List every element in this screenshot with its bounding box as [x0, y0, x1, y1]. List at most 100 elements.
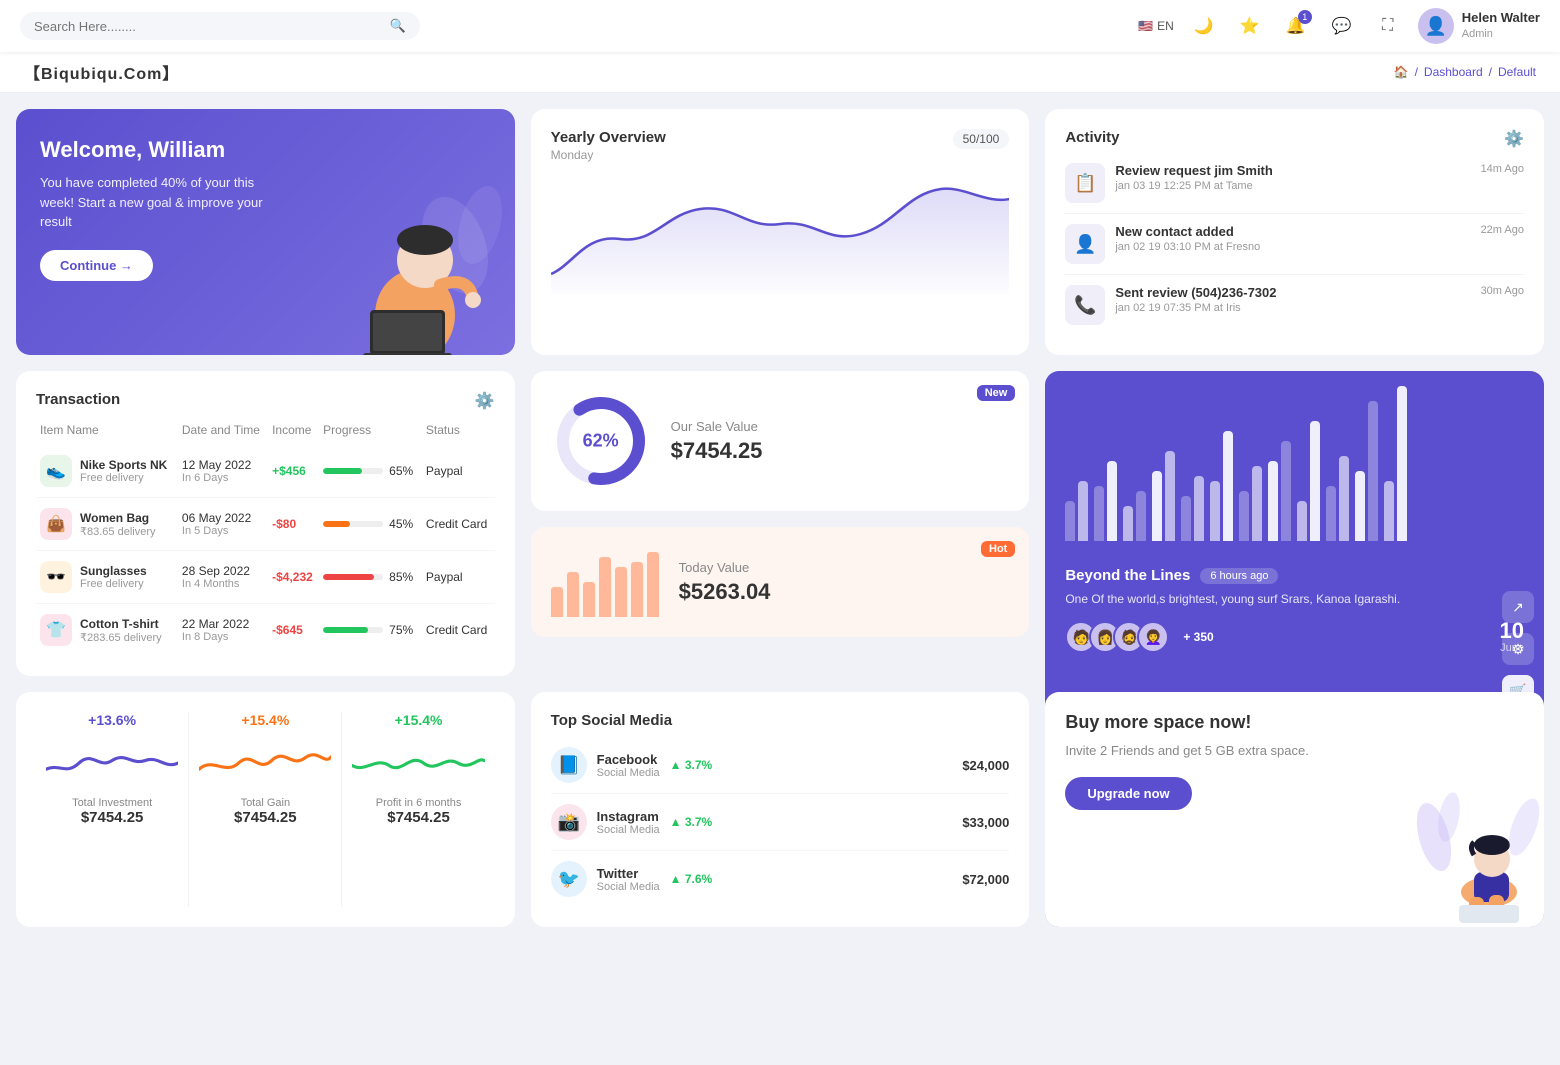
table-row: 👕 Cotton T-shirt ₹283.65 delivery 22 Mar… [36, 604, 495, 657]
fullscreen-button[interactable]: ⛶ [1372, 10, 1404, 42]
upgrade-button[interactable]: Upgrade now [1065, 777, 1191, 810]
social-name: Facebook [597, 752, 660, 767]
activity-item-sub: jan 02 19 03:10 PM at Fresno [1115, 241, 1470, 253]
today-info: Today Value $5263.04 [679, 560, 771, 605]
date-sub: In 8 Days [182, 631, 264, 643]
breadcrumb-current: Default [1498, 65, 1536, 79]
stat-pct: +13.6% [46, 712, 178, 728]
social-name: Twitter [597, 866, 660, 881]
yearly-title: Yearly Overview [551, 129, 666, 146]
social-type: Social Media [597, 824, 660, 836]
item-delivery: Free delivery [80, 472, 167, 484]
transaction-settings-icon[interactable]: ⚙️ [475, 391, 495, 411]
breadcrumb-bar: 【Biqubiqu.Com】 🏠 / Dashboard / Default [0, 52, 1560, 93]
date-sub: In 4 Months [182, 578, 264, 590]
social-icon: 📸 [551, 804, 587, 840]
transaction-card: Transaction ⚙️ Item NameDate and TimeInc… [16, 371, 515, 676]
avatar-stack: 🧑 👩 🧔 👩‍🦱 [1065, 621, 1169, 653]
breadcrumb-dashboard[interactable]: Dashboard [1424, 65, 1483, 79]
transaction-title: Transaction [36, 391, 120, 408]
income-cell: -$645 [268, 604, 319, 657]
activity-item-title: New contact added [1115, 224, 1470, 239]
transaction-col-header: Item Name [36, 415, 178, 445]
date-main: 12 May 2022 [182, 458, 264, 472]
table-row: 👟 Nike Sports NK Free delivery 12 May 20… [36, 445, 495, 498]
activity-time: 30m Ago [1481, 285, 1524, 297]
middle-column: 62% Our Sale Value $7454.25 New Today Va… [531, 371, 1030, 676]
avatar-4: 👩‍🦱 [1137, 621, 1169, 653]
upgrade-card: Buy more space now! Invite 2 Friends and… [1045, 692, 1544, 927]
item-icon: 🕶️ [40, 561, 72, 593]
item-icon: 👟 [40, 455, 72, 487]
upgrade-title: Buy more space now! [1065, 712, 1317, 733]
welcome-title: Welcome, William [40, 137, 491, 163]
sale-donut: 62% [551, 391, 651, 491]
user-text: Helen Walter Admin [1462, 10, 1540, 41]
user-profile[interactable]: 👤 Helen Walter Admin [1418, 8, 1540, 44]
activity-item-title: Sent review (504)236-7302 [1115, 285, 1470, 300]
breadcrumb: 🏠 / Dashboard / Default [1394, 65, 1536, 79]
status-cell: Credit Card [422, 604, 495, 657]
notifications-button[interactable]: 🔔 1 [1280, 10, 1312, 42]
donut-percent: 62% [583, 431, 619, 452]
date-main: 22 Mar 2022 [182, 617, 264, 631]
favorites-button[interactable]: ⭐ [1234, 10, 1266, 42]
progress-pct: 75% [389, 623, 413, 637]
upgrade-desc: Invite 2 Friends and get 5 GB extra spac… [1065, 741, 1317, 761]
language-selector[interactable]: 🇺🇸 EN [1138, 19, 1174, 33]
user-role: Admin [1462, 27, 1540, 41]
activity-item: 👤 New contact added jan 02 19 03:10 PM a… [1065, 214, 1524, 275]
today-value-card: Today Value $5263.04 Hot [531, 527, 1030, 637]
activity-settings-icon[interactable]: ⚙️ [1504, 129, 1524, 149]
search-icon: 🔍 [390, 18, 406, 34]
income-cell: +$456 [268, 445, 319, 498]
activity-card: Activity ⚙️ 📋 Review request jim Smith j… [1045, 109, 1544, 355]
progress-cell: 85% [323, 570, 418, 584]
social-name: Instagram [597, 809, 660, 824]
social-growth: ▲ 3.7% [670, 758, 713, 772]
beyond-section: Beyond the Lines 6 hours ago One Of the … [1065, 567, 1524, 654]
progress-cell: 65% [323, 464, 418, 478]
hot-badge: Hot [981, 541, 1015, 557]
income-cell: -$80 [268, 498, 319, 551]
stat-label: Total Investment [46, 797, 178, 809]
stat-value: $7454.25 [352, 809, 484, 826]
continue-button[interactable]: Continue → [40, 250, 153, 281]
sale-value-card: 62% Our Sale Value $7454.25 New [531, 371, 1030, 511]
today-value: $5263.04 [679, 579, 771, 605]
status-cell: Paypal [422, 445, 495, 498]
stat-value: $7454.25 [46, 809, 178, 826]
avatar: 👤 [1418, 8, 1454, 44]
activity-avatar: 👤 [1065, 224, 1105, 264]
dark-mode-toggle[interactable]: 🌙 [1188, 10, 1220, 42]
social-icon: 🐦 [551, 861, 587, 897]
beyond-title: Beyond the Lines [1065, 567, 1190, 584]
date-sub: In 5 Days [182, 525, 264, 537]
transaction-col-header: Date and Time [178, 415, 268, 445]
beyond-desc: One Of the world,s brightest, young surf… [1065, 590, 1524, 608]
share-icon[interactable]: ↗ [1502, 591, 1534, 623]
stat-value: $7454.25 [199, 809, 331, 826]
activity-item: 📞 Sent review (504)236-7302 jan 02 19 07… [1065, 275, 1524, 335]
notification-badge: 1 [1298, 10, 1312, 24]
item-delivery: ₹83.65 delivery [80, 525, 156, 538]
activity-avatar: 📋 [1065, 163, 1105, 203]
messages-button[interactable]: 💬 [1326, 10, 1358, 42]
yearly-progress: 50/100 [953, 129, 1010, 149]
sale-label: Our Sale Value [671, 419, 763, 434]
item-name: Sunglasses [80, 564, 147, 578]
social-item: 📸 Instagram Social Media ▲ 3.7% $33,000 [551, 794, 1010, 851]
date-sub: In 6 Days [182, 472, 264, 484]
social-icon: 📘 [551, 747, 587, 783]
item-delivery: Free delivery [80, 578, 147, 590]
stat-pct: +15.4% [352, 712, 484, 728]
search-input[interactable] [34, 19, 382, 34]
nav-icons: 🇺🇸 EN 🌙 ⭐ 🔔 1 💬 ⛶ 👤 Helen Walter Admin [1138, 8, 1540, 44]
transaction-col-header: Income [268, 415, 319, 445]
status-cell: Paypal [422, 551, 495, 604]
home-icon[interactable]: 🏠 [1394, 65, 1409, 79]
user-name: Helen Walter [1462, 10, 1540, 27]
social-title: Top Social Media [551, 712, 1010, 729]
table-row: 🕶️ Sunglasses Free delivery 28 Sep 2022 … [36, 551, 495, 604]
settings-icon[interactable]: ⚙ [1502, 633, 1534, 665]
